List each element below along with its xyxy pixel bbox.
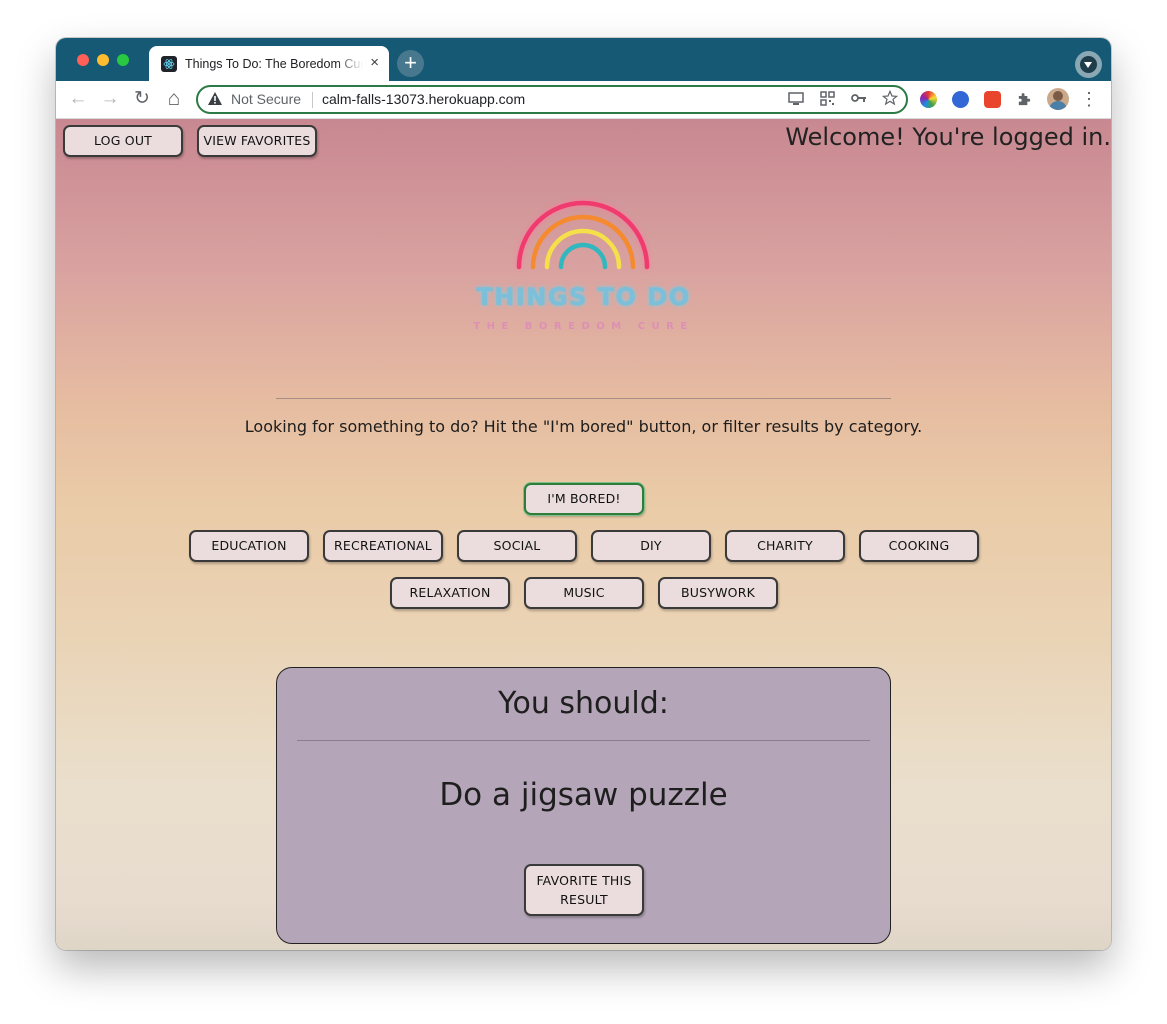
category-button-busywork[interactable]: BUSYWORK	[658, 577, 778, 609]
tab-close-icon[interactable]: ×	[370, 55, 379, 71]
category-button-diy[interactable]: DIY	[591, 530, 711, 562]
todo-extension-icon[interactable]	[984, 91, 1001, 108]
extensions-puzzle-icon[interactable]	[1016, 91, 1033, 108]
tab-search-icon[interactable]	[1075, 51, 1102, 78]
warning-icon	[208, 92, 222, 105]
tab-title: Things To Do: The Boredom Cure	[185, 56, 363, 71]
minimize-window-button[interactable]	[97, 54, 109, 66]
bookmark-extension-icon[interactable]	[952, 91, 969, 108]
reload-icon[interactable]: ↻	[130, 87, 154, 111]
result-card: You should: Do a jigsaw puzzle FAVORITE …	[276, 667, 891, 944]
profile-avatar[interactable]	[1047, 88, 1069, 110]
im-bored-button[interactable]: I'M BORED!	[524, 483, 644, 515]
favorite-button-line1: FAVORITE THIS	[536, 873, 632, 888]
result-activity: Do a jigsaw puzzle	[439, 777, 728, 813]
favorite-button-line2: RESULT	[560, 892, 608, 907]
react-icon	[161, 55, 177, 72]
address-bar[interactable]: Not Secure calm-falls-13073.herokuapp.co…	[196, 85, 908, 114]
new-tab-button[interactable]: +	[397, 50, 424, 77]
home-icon[interactable]: ⌂	[162, 87, 186, 111]
category-button-relaxation[interactable]: RELAXATION	[390, 577, 510, 609]
category-button-music[interactable]: MUSIC	[524, 577, 644, 609]
browser-toolbar: ← → ↻ ⌂ Not Secure calm-falls-13073.hero…	[56, 81, 1111, 119]
browser-menu-icon[interactable]: ⋮	[1077, 87, 1101, 111]
back-icon[interactable]: ←	[66, 87, 90, 111]
result-heading: You should:	[498, 686, 669, 721]
url-text[interactable]: calm-falls-13073.herokuapp.com	[322, 91, 525, 107]
color-picker-extension-icon[interactable]	[920, 91, 937, 108]
forward-icon[interactable]: →	[98, 87, 122, 111]
category-button-cooking[interactable]: COOKING	[859, 530, 979, 562]
welcome-message: Welcome! You're logged in.	[785, 123, 1111, 151]
browser-window: Things To Do: The Boredom Cure × + ← → ↻…	[56, 38, 1111, 950]
category-button-education[interactable]: EDUCATION	[189, 530, 309, 562]
favorite-result-button[interactable]: FAVORITE THIS RESULT	[524, 864, 644, 916]
logo-title: THINGS TO DO	[476, 283, 691, 311]
page-content: LOG OUT VIEW FAVORITES Welcome! You're l…	[56, 119, 1111, 950]
view-favorites-button[interactable]: VIEW FAVORITES	[197, 125, 317, 157]
category-button-charity[interactable]: CHARITY	[725, 530, 845, 562]
omnibox-separator	[312, 92, 313, 108]
cast-icon[interactable]	[788, 92, 804, 106]
rainbow-icon	[516, 200, 650, 270]
star-icon[interactable]	[882, 90, 898, 106]
zoom-window-button[interactable]	[117, 54, 129, 66]
logout-button[interactable]: LOG OUT	[63, 125, 183, 157]
security-label[interactable]: Not Secure	[231, 91, 301, 107]
header-divider	[276, 398, 891, 399]
category-button-recreational[interactable]: RECREATIONAL	[323, 530, 443, 562]
browser-tab[interactable]: Things To Do: The Boredom Cure ×	[149, 46, 389, 81]
category-button-social[interactable]: SOCIAL	[457, 530, 577, 562]
intro-text: Looking for something to do? Hit the "I'…	[244, 417, 923, 436]
key-icon[interactable]	[851, 93, 867, 103]
qr-code-icon[interactable]	[820, 91, 835, 106]
logo-subtitle: THE BOREDOM CURE	[473, 321, 694, 332]
close-window-button[interactable]	[77, 54, 89, 66]
browser-titlebar: Things To Do: The Boredom Cure × +	[56, 38, 1111, 81]
result-divider	[297, 740, 870, 741]
